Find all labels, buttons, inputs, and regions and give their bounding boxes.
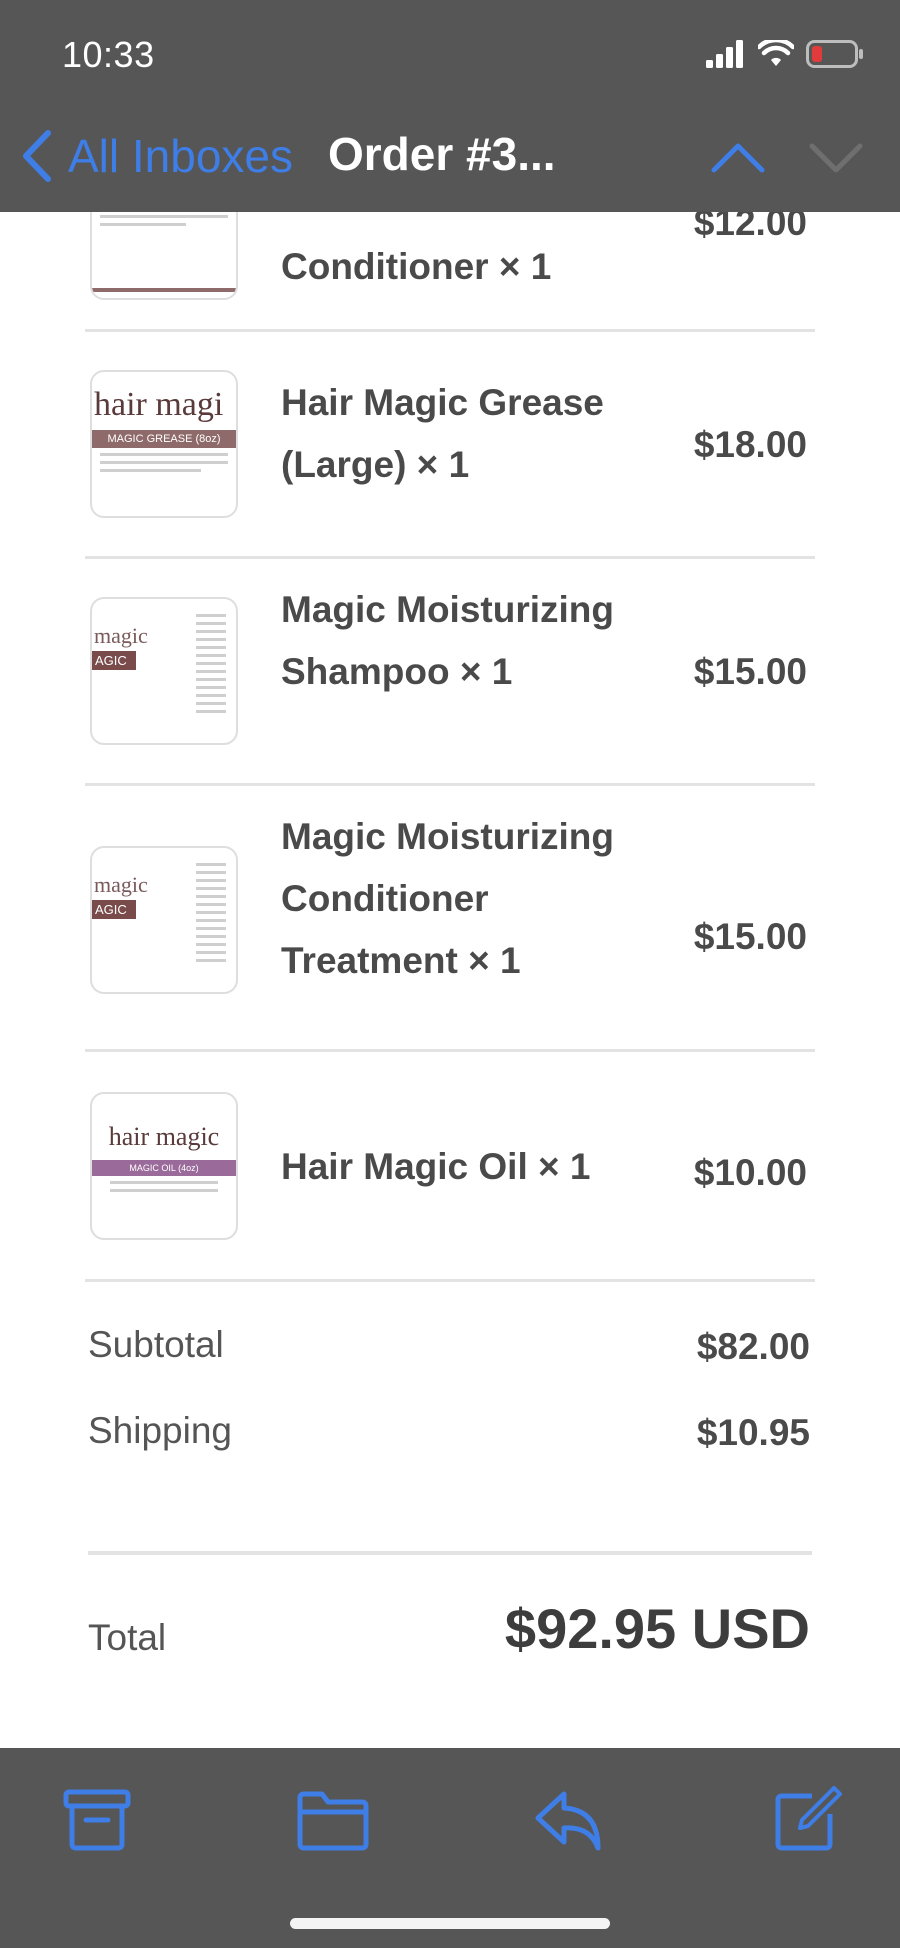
message-title: Order #3... — [328, 128, 556, 180]
email-body[interactable]: Conditioner × 1 $12.00 hair magi MAGIC G… — [0, 212, 900, 1748]
product-thumbnail — [90, 212, 238, 300]
shipping-label: Shipping — [88, 1410, 233, 1451]
archive-icon[interactable] — [62, 1784, 132, 1854]
next-message-button[interactable] — [806, 132, 866, 182]
item-name: Magic Moisturizing Shampoo × 1 — [281, 589, 614, 692]
item-price: $12.00 — [693, 212, 807, 243]
total-label: Total — [88, 1617, 167, 1658]
summary-divider — [88, 1551, 812, 1555]
order-item: magic AGIC Magic Moisturizing Conditione… — [85, 786, 815, 1052]
thumb-band: AGIC — [92, 651, 136, 670]
reply-icon[interactable] — [534, 1784, 604, 1854]
thumb-band: MAGIC GREASE (8oz) — [92, 430, 236, 448]
order-item: hair magic MAGIC OIL (4oz) Hair Magic Oi… — [85, 1052, 815, 1282]
thumb-brand: hair magi — [94, 386, 224, 423]
order-item: magic AGIC Magic Moisturizing Shampoo × … — [85, 559, 815, 786]
product-thumbnail: magic AGIC — [90, 846, 238, 994]
top-bar: 10:33 All Inboxes Order #3... — [0, 0, 900, 212]
item-name: Hair Magic Oil × 1 — [281, 1146, 591, 1187]
product-thumbnail: magic AGIC — [90, 597, 238, 745]
chevron-left-icon — [23, 130, 51, 182]
thumb-brand: magic — [94, 872, 148, 897]
thumb-brand: hair magic — [108, 1122, 220, 1151]
item-name: Conditioner × 1 — [281, 246, 552, 287]
total-value: $92.95 USD — [504, 1597, 810, 1660]
item-price: $15.00 — [693, 916, 807, 957]
signal-icon — [706, 40, 743, 68]
order-item: hair magi MAGIC GREASE (8oz) Hair Magic … — [85, 332, 815, 559]
previous-message-button[interactable] — [708, 132, 768, 182]
item-price: $15.00 — [693, 651, 807, 692]
item-price: $18.00 — [693, 424, 807, 465]
back-button[interactable]: All Inboxes — [18, 124, 293, 188]
shipping-value: $10.95 — [696, 1412, 810, 1453]
folder-icon[interactable] — [296, 1784, 370, 1854]
battery-icon — [806, 40, 863, 68]
back-label: All Inboxes — [68, 130, 294, 182]
compose-icon[interactable] — [772, 1784, 842, 1854]
item-name: Magic Moisturizing Conditioner Treatment… — [281, 816, 614, 981]
item-price: $10.00 — [693, 1152, 807, 1193]
home-indicator — [290, 1918, 610, 1929]
status-icons — [706, 38, 864, 70]
thumb-band: AGIC — [92, 900, 136, 919]
thumb-brand: magic — [94, 623, 148, 648]
wifi-icon — [758, 40, 794, 66]
thumb-band: MAGIC OIL (4oz) — [92, 1160, 236, 1176]
product-thumbnail: hair magic MAGIC OIL (4oz) — [90, 1092, 238, 1240]
item-name: Hair Magic Grease (Large) × 1 — [281, 382, 604, 485]
subtotal-label: Subtotal — [88, 1324, 224, 1365]
subtotal-value: $82.00 — [696, 1326, 810, 1367]
status-time: 10:33 — [62, 34, 155, 75]
order-item: Conditioner × 1 $12.00 — [85, 212, 815, 332]
product-thumbnail: hair magi MAGIC GREASE (8oz) — [90, 370, 238, 518]
